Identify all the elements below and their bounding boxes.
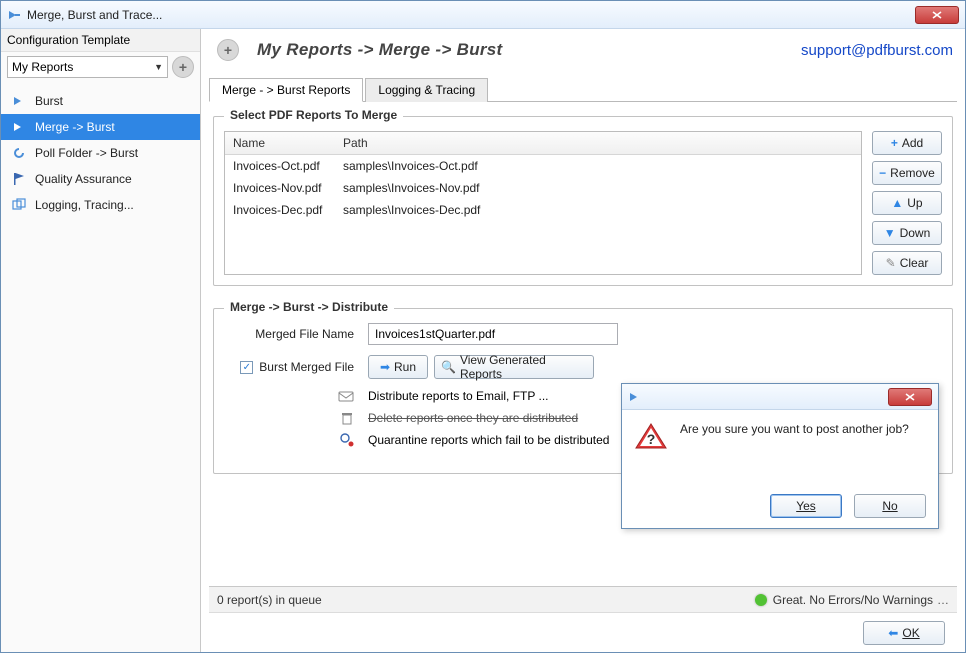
nav-item-quality-assurance[interactable]: Quality Assurance — [1, 166, 200, 192]
refresh-icon — [11, 145, 27, 161]
group-select-pdf: Select PDF Reports To Merge Name Path In… — [213, 116, 953, 286]
trash-icon — [340, 411, 354, 425]
arrow-right-icon — [628, 390, 642, 404]
breadcrumb: My Reports -> Merge -> Burst — [257, 40, 801, 60]
col-name: Name — [225, 132, 335, 154]
table-row[interactable]: Invoices-Nov.pdf samples\Invoices-Nov.pd… — [225, 177, 861, 199]
plus-icon[interactable]: + — [217, 39, 239, 61]
group-title: Select PDF Reports To Merge — [224, 108, 403, 122]
tabs: Merge - > Burst Reports Logging & Tracin… — [209, 77, 957, 102]
window-title: Merge, Burst and Trace... — [27, 8, 162, 22]
delete-text: Delete reports once they are distributed — [368, 411, 578, 425]
clear-icon: ✎ — [886, 256, 896, 270]
no-button[interactable]: No — [854, 494, 926, 518]
sidebar-header: Configuration Template — [1, 29, 200, 52]
queue-status: 0 report(s) in queue — [217, 593, 755, 607]
main-area: + My Reports -> Merge -> Burst support@p… — [201, 29, 965, 652]
footer: ⬅ OK — [209, 612, 957, 652]
file-list-body: Invoices-Oct.pdf samples\Invoices-Oct.pd… — [225, 155, 861, 265]
quarantine-text: Quarantine reports which fail to be dist… — [368, 433, 609, 447]
burst-merged-label: Burst Merged File — [259, 360, 354, 374]
table-row[interactable]: Invoices-Dec.pdf samples\Invoices-Dec.pd… — [225, 199, 861, 221]
add-button[interactable]: +Add — [872, 131, 942, 155]
titlebar: Merge, Burst and Trace... — [1, 1, 965, 29]
distribute-icon — [338, 389, 354, 403]
status-message: Great. No Errors/No Warnings — [773, 593, 933, 607]
nav-item-poll-folder[interactable]: Poll Folder -> Burst — [1, 140, 200, 166]
yes-button[interactable]: Yes — [770, 494, 842, 518]
file-list-buttons: +Add −Remove ▲Up ▼Down ✎Clear — [872, 131, 942, 275]
nav-item-merge-burst[interactable]: Merge -> Burst — [1, 114, 200, 140]
merged-file-input[interactable] — [368, 323, 618, 345]
sidebar: Configuration Template My Reports ▼ + Bu… — [1, 29, 201, 652]
chevron-down-icon: ▼ — [154, 62, 163, 72]
svg-text:?: ? — [647, 431, 656, 447]
app-window: Merge, Burst and Trace... Configuration … — [0, 0, 966, 653]
status-dot-icon — [755, 594, 767, 606]
nav-list: Burst Merge -> Burst Poll Folder -> Burs… — [1, 82, 200, 224]
dialog-close-button[interactable] — [888, 388, 932, 406]
add-template-button[interactable]: + — [172, 56, 194, 78]
template-select[interactable]: My Reports ▼ — [7, 56, 168, 78]
confirm-dialog: ? Are you sure you want to post another … — [621, 383, 939, 529]
quarantine-icon — [340, 433, 354, 447]
col-path: Path — [335, 132, 861, 154]
burst-merged-checkbox[interactable]: ✓ — [240, 361, 253, 374]
tab-merge-burst-reports[interactable]: Merge - > Burst Reports — [209, 78, 363, 102]
status-ellipsis: … — [937, 593, 949, 607]
support-link[interactable]: support@pdfburst.com — [801, 42, 953, 59]
up-button[interactable]: ▲Up — [872, 191, 942, 215]
warning-icon: ? — [634, 422, 668, 452]
status-bar: 0 report(s) in queue Great. No Errors/No… — [209, 586, 957, 612]
group-title: Merge -> Burst -> Distribute — [224, 300, 394, 314]
table-row[interactable]: Invoices-Oct.pdf samples\Invoices-Oct.pd… — [225, 155, 861, 177]
nav-label: Quality Assurance — [35, 172, 132, 186]
arrow-right-icon — [11, 93, 27, 109]
down-button[interactable]: ▼Down — [872, 221, 942, 245]
nav-item-logging-tracing[interactable]: Logging, Tracing... — [1, 192, 200, 218]
minus-icon: − — [879, 166, 886, 180]
nav-item-burst[interactable]: Burst — [1, 88, 200, 114]
dialog-titlebar — [622, 384, 938, 410]
main-header: + My Reports -> Merge -> Burst support@p… — [209, 33, 957, 75]
arrow-right-icon: ➡ — [380, 360, 390, 374]
dialog-message: Are you sure you want to post another jo… — [680, 422, 909, 436]
arrow-down-icon: ▼ — [884, 226, 896, 240]
arrow-up-icon: ▲ — [891, 196, 903, 210]
clear-button[interactable]: ✎Clear — [872, 251, 942, 275]
back-arrow-icon: ⬅ — [888, 626, 898, 640]
binoculars-icon: 🔍 — [441, 360, 456, 374]
nav-label: Burst — [35, 94, 63, 108]
nav-label: Merge -> Burst — [35, 120, 115, 134]
template-selected-value: My Reports — [12, 60, 73, 74]
nav-label: Poll Folder -> Burst — [35, 146, 138, 160]
tab-logging-tracing[interactable]: Logging & Tracing — [365, 78, 488, 102]
distribute-text: Distribute reports to Email, FTP ... — [368, 389, 549, 403]
flag-icon — [11, 171, 27, 187]
merged-file-label: Merged File Name — [224, 327, 354, 341]
arrow-right-icon — [7, 8, 21, 22]
arrow-right-icon — [11, 119, 27, 135]
file-list-header: Name Path — [225, 132, 861, 155]
remove-button[interactable]: −Remove — [872, 161, 942, 185]
ok-button[interactable]: ⬅ OK — [863, 621, 945, 645]
file-list[interactable]: Name Path Invoices-Oct.pdf samples\Invoi… — [224, 131, 862, 275]
view-generated-button[interactable]: 🔍 View Generated Reports — [434, 355, 594, 379]
run-button[interactable]: ➡ Run — [368, 355, 428, 379]
plus-icon: + — [891, 136, 898, 150]
window-close-button[interactable] — [915, 6, 959, 24]
logging-icon — [11, 197, 27, 213]
nav-label: Logging, Tracing... — [35, 198, 134, 212]
